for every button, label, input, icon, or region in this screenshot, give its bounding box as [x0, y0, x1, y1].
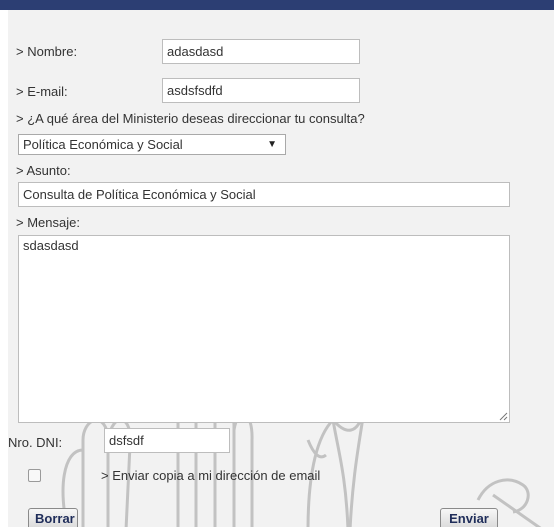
area-select-value: Política Económica y Social — [23, 137, 183, 152]
message-textarea[interactable]: sdasdasd — [18, 235, 510, 423]
contact-form-panel: > Nombre: adasdasd > E-mail: asdsfsdfd >… — [8, 10, 554, 527]
name-label: > Nombre: — [16, 44, 78, 59]
subject-input[interactable]: Consulta de Política Económica y Social — [18, 182, 510, 207]
area-select[interactable]: Política Económica y Social ▼ — [18, 134, 286, 155]
email-label: > E-mail: — [16, 84, 68, 99]
enviar-button[interactable]: Enviar — [440, 508, 498, 527]
subject-label: > Asunto: — [16, 163, 71, 178]
message-text: sdasdasd — [23, 238, 79, 253]
area-question-label: > ¿A qué área del Ministerio deseas dire… — [16, 111, 365, 126]
dni-input[interactable]: dsfsdf — [104, 428, 230, 453]
copy-email-checkbox[interactable] — [28, 469, 41, 482]
borrar-button[interactable]: Borrar — [28, 508, 78, 527]
message-label: > Mensaje: — [16, 215, 80, 230]
resize-grip-icon[interactable] — [498, 411, 508, 421]
header-bar — [0, 0, 554, 10]
dropdown-arrow-icon: ▼ — [267, 139, 277, 150]
dni-label: Nro. DNI: — [8, 435, 63, 450]
email-input[interactable]: asdsfsdfd — [162, 78, 360, 103]
name-input[interactable]: adasdasd — [162, 39, 360, 64]
copy-email-label: > Enviar copia a mi dirección de email — [101, 468, 321, 483]
